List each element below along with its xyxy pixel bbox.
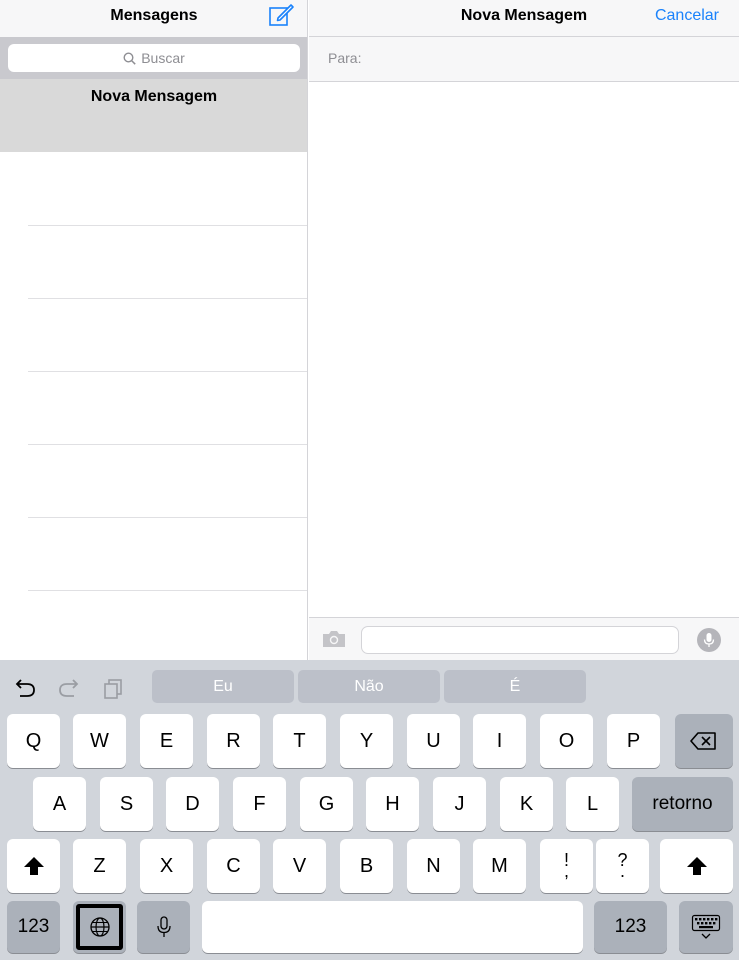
- sidebar-navbar: Mensagens: [0, 0, 307, 37]
- key-comma-glyph: ,: [563, 861, 569, 881]
- cancel-button[interactable]: Cancelar: [655, 7, 719, 25]
- backspace-icon: [690, 732, 716, 750]
- key-x[interactable]: X: [140, 839, 193, 893]
- shift-icon: [686, 857, 707, 875]
- search-icon: [123, 51, 136, 65]
- list-separator: [28, 298, 307, 299]
- key-z[interactable]: Z: [73, 839, 126, 893]
- numbers-key-left[interactable]: 123: [7, 901, 60, 953]
- key-period-glyph: .: [619, 861, 625, 881]
- compose-bar: [309, 617, 739, 660]
- numbers-key-right[interactable]: 123: [594, 901, 667, 953]
- search-bar: Buscar: [0, 37, 307, 79]
- suggestion-2[interactable]: Não: [298, 670, 440, 703]
- dictation-key[interactable]: [137, 901, 190, 953]
- list-separator: [28, 444, 307, 445]
- key-t[interactable]: T: [273, 714, 326, 768]
- undo-button[interactable]: [12, 676, 38, 700]
- message-detail-pane: Nova Mensagem Cancelar Para:: [309, 0, 739, 660]
- suggestion-3[interactable]: É: [444, 670, 586, 703]
- microphone-icon: [156, 916, 171, 937]
- key-g[interactable]: G: [300, 777, 353, 831]
- camera-button[interactable]: [321, 628, 347, 650]
- key-k[interactable]: K: [500, 777, 553, 831]
- list-separator: [28, 590, 307, 591]
- list-separator: [28, 371, 307, 372]
- key-n[interactable]: N: [407, 839, 460, 893]
- recipient-label: Para:: [328, 50, 362, 66]
- undo-icon: [15, 679, 35, 697]
- key-exclamation-comma[interactable]: ! ,: [540, 839, 593, 893]
- key-y[interactable]: Y: [340, 714, 393, 768]
- compose-button[interactable]: [267, 2, 295, 30]
- keyboard: Eu Não É Q W E R T Y U I O P A S D F G H…: [0, 660, 739, 960]
- sidebar-title: Mensagens: [110, 7, 198, 24]
- recipient-field[interactable]: Para:: [309, 37, 739, 82]
- microphone-icon: [703, 633, 715, 647]
- space-key[interactable]: [202, 901, 583, 953]
- key-e[interactable]: E: [140, 714, 193, 768]
- shift-key-left[interactable]: [7, 839, 60, 893]
- suggestion-1[interactable]: Eu: [152, 670, 294, 703]
- key-l[interactable]: L: [566, 777, 619, 831]
- key-i[interactable]: I: [473, 714, 526, 768]
- dictation-button[interactable]: [697, 628, 721, 652]
- key-o[interactable]: O: [540, 714, 593, 768]
- shift-key-right[interactable]: [660, 839, 733, 893]
- key-q[interactable]: Q: [7, 714, 60, 768]
- globe-icon: [89, 917, 110, 937]
- globe-key[interactable]: [73, 901, 126, 953]
- redo-button[interactable]: [56, 676, 82, 700]
- list-separator: [28, 517, 307, 518]
- key-p[interactable]: P: [607, 714, 660, 768]
- key-b[interactable]: B: [340, 839, 393, 893]
- redo-icon: [59, 679, 79, 697]
- conversation-item-selected[interactable]: Nova Mensagem: [0, 79, 307, 152]
- key-v[interactable]: V: [273, 839, 326, 893]
- key-m[interactable]: M: [473, 839, 526, 893]
- key-question-period[interactable]: ? .: [596, 839, 649, 893]
- key-j[interactable]: J: [433, 777, 486, 831]
- hide-keyboard-key[interactable]: [679, 901, 733, 953]
- conversation-title: Nova Mensagem: [90, 88, 218, 105]
- key-s[interactable]: S: [100, 777, 153, 831]
- key-w[interactable]: W: [73, 714, 126, 768]
- conversation-sidebar: Mensagens Buscar Nova Mensagem: [0, 0, 308, 660]
- delete-key[interactable]: [675, 714, 733, 768]
- paste-icon: [104, 679, 122, 699]
- keyboard-dismiss-icon: [691, 914, 721, 939]
- detail-navbar: Nova Mensagem Cancelar: [309, 0, 739, 37]
- compose-icon: [269, 4, 294, 26]
- search-input[interactable]: Buscar: [8, 44, 300, 72]
- list-separator: [28, 225, 307, 226]
- camera-icon: [323, 631, 345, 647]
- paste-button[interactable]: [100, 676, 126, 700]
- key-a[interactable]: A: [33, 777, 86, 831]
- return-key[interactable]: retorno: [632, 777, 733, 831]
- key-r[interactable]: R: [207, 714, 260, 768]
- shortcut-bar: Eu Não É: [0, 660, 739, 710]
- key-u[interactable]: U: [407, 714, 460, 768]
- key-d[interactable]: D: [166, 777, 219, 831]
- message-input[interactable]: [361, 626, 679, 654]
- search-placeholder: Buscar: [141, 50, 185, 66]
- key-h[interactable]: H: [366, 777, 419, 831]
- shift-icon: [23, 857, 44, 875]
- key-c[interactable]: C: [207, 839, 260, 893]
- key-f[interactable]: F: [233, 777, 286, 831]
